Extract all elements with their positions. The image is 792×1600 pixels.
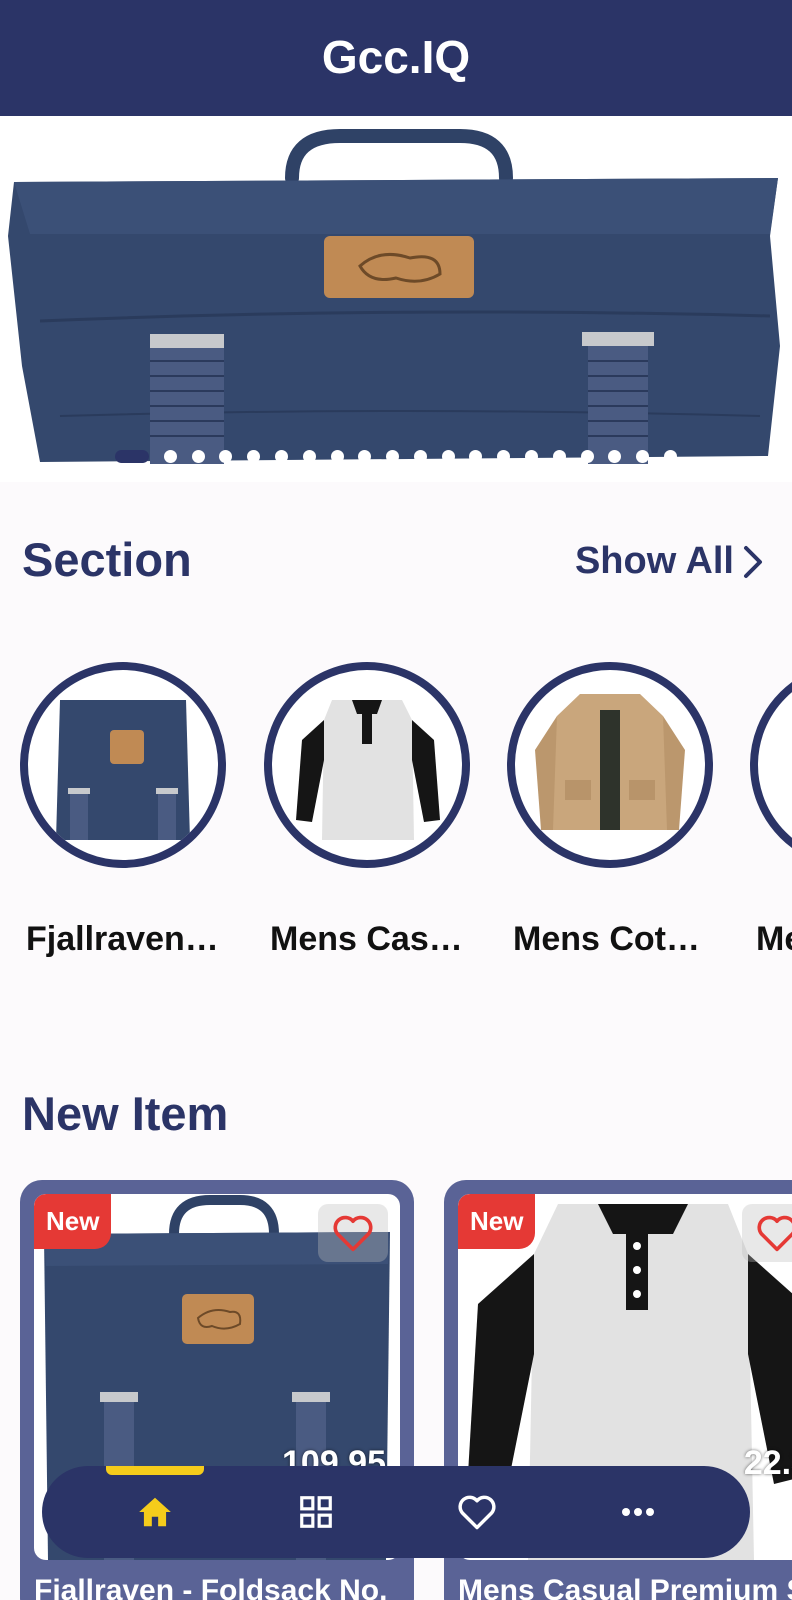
backpack-image [56,700,190,840]
carousel-dot[interactable] [469,449,483,463]
carousel-dot[interactable] [608,449,622,463]
category-label: Mens Cotton Jacket [513,920,707,958]
carousel-dot[interactable] [552,449,566,463]
category-item[interactable]: Mens Cotton Jacket [507,662,717,959]
carousel-dot[interactable] [663,449,677,463]
grid-icon [299,1496,332,1528]
category-item[interactable]: Mens Casual Slim Fit [750,662,792,959]
nav-categories[interactable] [276,1466,356,1558]
carousel-dot[interactable] [247,449,261,463]
category-thumbnail [264,662,470,868]
category-thumbnail [750,662,792,868]
carousel-dot[interactable] [441,449,455,463]
carousel-dot[interactable] [302,449,316,463]
carousel-dot[interactable] [497,449,511,463]
hero-carousel[interactable] [0,116,792,482]
carousel-dot[interactable] [358,449,372,463]
more-icon [621,1508,654,1516]
carousel-dot-active[interactable] [115,449,150,463]
home-icon [138,1497,171,1527]
carousel-dot[interactable] [274,449,288,463]
new-badge: New [458,1194,536,1249]
carousel-dot[interactable] [191,449,205,463]
app-bar: Gcc.IQ [0,0,792,116]
carousel-dot[interactable] [636,449,650,463]
new-badge: New [34,1194,112,1249]
favorite-button[interactable] [318,1204,388,1262]
backpack-banner-image [0,116,792,482]
show-all-label: Show All [574,540,734,582]
carousel-dot[interactable] [413,449,427,463]
carousel-dot[interactable] [163,449,177,463]
section-title: Section [22,533,192,586]
category-label: Mens Casual Premium Slim Fit T-Shirts [270,920,464,958]
carousel-dot[interactable] [580,449,594,463]
nav-more[interactable] [598,1466,678,1558]
category-label: Mens Casual Slim Fit [756,920,792,958]
product-name: Mens Casual Premium Slim Fit [458,1574,792,1600]
heart-outline-icon [757,1215,792,1252]
app-title: Gcc.IQ [321,31,471,83]
category-thumbnail [20,662,226,868]
bottom-nav-bar [42,1466,750,1558]
heart-outline-icon [333,1215,373,1252]
nav-favorites[interactable] [437,1466,517,1558]
carousel-dot[interactable] [330,449,344,463]
heart-icon [457,1495,496,1530]
product-price: 22.3 [743,1444,792,1482]
chevron-right-icon [744,545,762,578]
category-label: Fjallraven - Foldsack No. 1 Backpack, Fi… [26,920,220,958]
carousel-indicator[interactable] [0,446,792,466]
carousel-dot[interactable] [219,449,233,463]
favorite-button[interactable] [742,1204,792,1262]
carousel-dot[interactable] [386,449,400,463]
category-item[interactable]: Mens Casual Premium Slim Fit T-Shirts [264,662,474,959]
nav-home[interactable] [105,1466,204,1558]
product-name: Fjallraven - Foldsack No. 1 Backpack [34,1574,394,1600]
jacket-image [535,694,685,830]
category-item[interactable]: Fjallraven - Foldsack No. 1 Backpack, Fi… [20,662,230,959]
show-all-link[interactable]: Show All [575,540,764,583]
category-thumbnail [507,662,713,868]
active-indicator [105,1466,204,1475]
tshirt-image [296,700,440,840]
category-list: Fjallraven - Foldsack No. 1 Backpack, Fi… [0,662,792,982]
carousel-dot[interactable] [525,449,539,463]
new-items-title: New Item [22,1087,229,1140]
